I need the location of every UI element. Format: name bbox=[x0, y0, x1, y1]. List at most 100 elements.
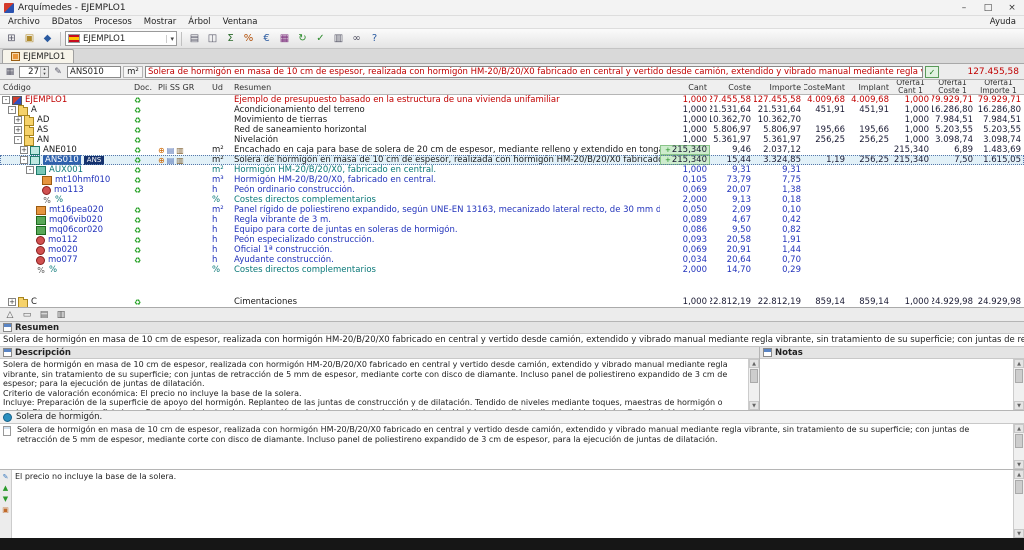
maximize-button[interactable]: □ bbox=[976, 0, 1000, 15]
scroll-up-icon[interactable]: ▲ bbox=[1014, 359, 1024, 368]
split-view-icon[interactable]: ▭ bbox=[20, 310, 34, 320]
row-code-cell[interactable]: mo020 bbox=[0, 245, 132, 255]
col-oferta1-coste[interactable]: Oferta1 Coste 1 bbox=[932, 80, 976, 94]
short-text[interactable]: Solera de hormigón. bbox=[16, 412, 102, 422]
row-number-field[interactable]: 27 ▴ ▾ bbox=[19, 65, 49, 78]
pointer-icon[interactable]: △ bbox=[3, 310, 17, 320]
full-text[interactable]: Solera de hormigón en masa de 10 cm de e… bbox=[14, 424, 1013, 469]
detail-grid-icon[interactable]: ▥ bbox=[54, 310, 68, 320]
print-icon[interactable]: ▤ bbox=[186, 31, 203, 47]
percent-icon[interactable]: % bbox=[240, 31, 257, 47]
table-row[interactable]: mq06vib020 ♻ h Regla vibrante de 3 m. 0,089 4… bbox=[0, 215, 1024, 225]
row-code-cell[interactable]: + C bbox=[0, 296, 132, 307]
table-row[interactable]: + C ♻ Cimentaciones 1,000 22.812,19 22.812,19 8… bbox=[0, 296, 1024, 307]
row-code-cell[interactable]: mo112 bbox=[0, 235, 132, 245]
accept-button[interactable]: ✓ bbox=[925, 65, 939, 78]
table-row[interactable]: mq06cor020 ♻ h Equipo para corte de juntas … bbox=[0, 225, 1024, 235]
col-oferta1-importe[interactable]: Oferta1 Importe 1 bbox=[976, 80, 1024, 94]
scroll-up-icon[interactable]: ▲ bbox=[1014, 470, 1024, 479]
row-code-cell[interactable]: - EJEMPLO1 bbox=[0, 95, 132, 105]
menu-archivo[interactable]: Archivo bbox=[2, 17, 46, 27]
code-field[interactable]: ANS010 bbox=[67, 65, 121, 78]
chevron-down-icon[interactable]: ▾ bbox=[166, 34, 174, 43]
row-code-cell[interactable]: - ANS010 ANS bbox=[0, 155, 132, 165]
table-row[interactable]: - EJEMPLO1 ♻ Ejemplo de presupuesto basado … bbox=[0, 95, 1024, 105]
row-code-cell[interactable]: - AN bbox=[0, 134, 132, 146]
link-icon[interactable]: ∞ bbox=[348, 31, 365, 47]
project-selector[interactable]: EJEMPLO1 ▾ bbox=[65, 31, 177, 46]
refresh-icon[interactable]: ↻ bbox=[294, 31, 311, 47]
save-icon[interactable]: ◆ bbox=[39, 31, 56, 47]
col-ud[interactable]: Ud bbox=[210, 80, 232, 94]
close-button[interactable]: × bbox=[1000, 0, 1024, 15]
table-row[interactable]: %%% Costes directos complementarios 2,000 9… bbox=[0, 195, 1024, 205]
pencil-icon[interactable]: ✎ bbox=[51, 67, 65, 77]
descripcion-scrollbar[interactable]: ▲ ▼ bbox=[748, 359, 759, 410]
expand-icon[interactable]: + bbox=[14, 116, 22, 124]
price-note-scrollbar[interactable]: ▲ ▼ bbox=[1013, 470, 1024, 538]
scroll-down-icon[interactable]: ▼ bbox=[1014, 460, 1024, 469]
table-row[interactable]: - A ♻ Acondicionamiento del terreno 1,000 21.… bbox=[0, 104, 1024, 116]
expand-icon[interactable]: + bbox=[14, 126, 22, 134]
menu-ventana[interactable]: Ventana bbox=[217, 17, 264, 27]
menu-procesos[interactable]: Procesos bbox=[88, 17, 137, 27]
menu-ayuda[interactable]: Ayuda bbox=[984, 17, 1022, 27]
full-text-scrollbar[interactable]: ▲ ▼ bbox=[1013, 424, 1024, 469]
price-note-text[interactable]: El precio no incluye la base de la soler… bbox=[12, 470, 1013, 538]
help-icon[interactable]: ? bbox=[366, 31, 383, 47]
col-pli-ss-gr[interactable]: Pli SS GR bbox=[158, 80, 210, 94]
menu-bdatos[interactable]: BDatos bbox=[46, 17, 89, 27]
euro-icon[interactable]: € bbox=[258, 31, 275, 47]
table-row[interactable]: mo077 ♻ h Ayudante construcción. 0,034 20,64 0… bbox=[0, 255, 1024, 265]
col-cant[interactable]: Cant bbox=[660, 80, 710, 94]
row-code-cell[interactable]: mt10hmf010 bbox=[0, 175, 132, 185]
table-row[interactable]: - AUX001 ♻ m² Hormigón HM-20/B/20/X0, fabric… bbox=[0, 165, 1024, 175]
descripcion-text[interactable]: Solera de hormigón en masa de 10 cm de e… bbox=[0, 359, 748, 410]
check-icon[interactable]: ✓ bbox=[312, 31, 329, 47]
minimize-button[interactable]: – bbox=[952, 0, 976, 15]
notas-scrollbar[interactable]: ▲ ▼ bbox=[1013, 359, 1024, 410]
col-implant[interactable]: Implant bbox=[848, 80, 892, 94]
expand-icon[interactable]: + bbox=[8, 298, 16, 306]
table-row[interactable]: + ANE010 ♻ ⊕ ▤ ▥ m² Encachado en caja para base… bbox=[0, 145, 1024, 155]
collapse-icon[interactable]: - bbox=[8, 106, 16, 114]
collapse-icon[interactable]: - bbox=[26, 166, 34, 174]
open-database-icon[interactable]: ▣ bbox=[21, 31, 38, 47]
col-coste[interactable]: Coste bbox=[710, 80, 754, 94]
edit-icon[interactable]: ✎ bbox=[3, 473, 9, 481]
collapse-icon[interactable]: - bbox=[2, 96, 10, 104]
table-row[interactable]: + AD ♻ Movimiento de tierras 1,000 10.362,70 1… bbox=[0, 114, 1024, 126]
row-code-cell[interactable]: mo077 bbox=[0, 255, 132, 265]
spin-down-icon[interactable]: ▾ bbox=[41, 71, 48, 77]
new-window-icon[interactable]: ⊞ bbox=[3, 31, 20, 47]
scroll-thumb[interactable] bbox=[1015, 369, 1023, 383]
scroll-up-icon[interactable]: ▲ bbox=[1014, 424, 1024, 433]
table-row[interactable]: mo112 ♻ h Peón especializado construcción. 0… bbox=[0, 235, 1024, 245]
col-codigo[interactable]: Código bbox=[0, 80, 132, 94]
scroll-down-icon[interactable]: ▼ bbox=[1014, 401, 1024, 410]
scroll-down-icon[interactable]: ▼ bbox=[1014, 529, 1024, 538]
table-row[interactable]: + AS ♻ Red de saneamiento horizontal 1,000 5.… bbox=[0, 124, 1024, 136]
spinner-buttons[interactable]: ▴ ▾ bbox=[40, 66, 48, 77]
table-row[interactable]: mo113 ♻ h Peón ordinario construcción. 0,069… bbox=[0, 185, 1024, 195]
sum-icon[interactable]: Σ bbox=[222, 31, 239, 47]
table-row[interactable]: mo020 ♻ h Oficial 1ª construcción. 0,069 20,9… bbox=[0, 245, 1024, 255]
chart-icon[interactable]: ▦ bbox=[276, 31, 293, 47]
col-doc[interactable]: Doc. bbox=[132, 80, 158, 94]
table-row[interactable]: %%% Costes directos complementarios 2,000 1… bbox=[0, 265, 1024, 275]
note-icon[interactable]: ▣ bbox=[2, 506, 9, 514]
down-icon[interactable]: ▼ bbox=[3, 495, 8, 503]
col-importe[interactable]: Importe bbox=[754, 80, 804, 94]
menu-arbol[interactable]: Árbol bbox=[182, 17, 216, 27]
collapse-icon[interactable]: - bbox=[14, 136, 22, 144]
row-code-cell[interactable]: %% bbox=[0, 265, 132, 275]
scroll-thumb[interactable] bbox=[1015, 480, 1023, 494]
row-code-cell[interactable]: + ANE010 bbox=[0, 145, 132, 155]
row-code-cell[interactable]: - AUX001 bbox=[0, 165, 132, 175]
table-row[interactable]: mt16pea020 ♻ m² Panel rígido de poliestiren… bbox=[0, 205, 1024, 215]
row-code-cell[interactable]: mq06cor020 bbox=[0, 225, 132, 235]
summary-field[interactable]: Solera de hormigón en masa de 10 cm de e… bbox=[145, 65, 923, 78]
row-code-cell[interactable]: mq06vib020 bbox=[0, 215, 132, 225]
layout-icon[interactable]: ▤ bbox=[37, 310, 51, 320]
scroll-thumb[interactable] bbox=[750, 369, 758, 383]
